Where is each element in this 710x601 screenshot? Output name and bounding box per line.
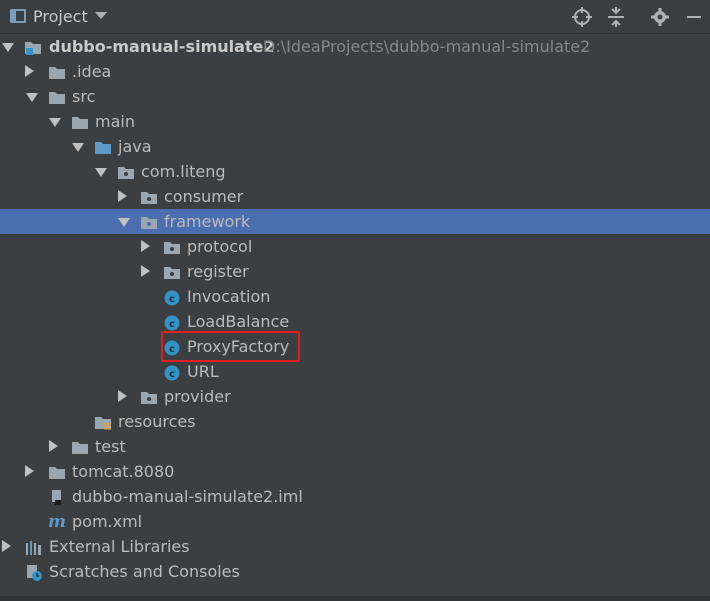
- expand-arrow-icon[interactable]: [26, 93, 38, 102]
- expand-arrow-icon[interactable]: [25, 65, 34, 77]
- expand-arrow-icon[interactable]: [118, 390, 127, 402]
- root-project-path: D:\IdeaProjects\dubbo-manual-simulate2: [263, 37, 591, 56]
- expand-arrow-icon[interactable]: [2, 540, 11, 552]
- expand-arrow-icon[interactable]: [118, 218, 130, 227]
- tree-row-provider[interactable]: provider: [0, 384, 710, 409]
- module-folder-icon: [24, 38, 42, 55]
- svg-text:c: c: [169, 294, 175, 305]
- folder-icon: [71, 113, 89, 130]
- root-project-label: dubbo-manual-simulate2: [49, 37, 275, 56]
- tree-row-invocation[interactable]: c Invocation: [0, 284, 710, 309]
- tree-row-protocol[interactable]: protocol: [0, 234, 710, 259]
- folder-icon: [48, 463, 66, 480]
- tree-row-framework[interactable]: framework: [0, 209, 710, 234]
- package-icon: [163, 263, 181, 280]
- package-label-com-liteng: com.liteng: [141, 162, 226, 181]
- tree-row-iml[interactable]: dubbo-manual-simulate2.iml: [0, 484, 710, 509]
- resources-folder-icon: [94, 413, 112, 430]
- folder-label-tomcat: tomcat.8080: [72, 462, 175, 481]
- tree-row-register[interactable]: register: [0, 259, 710, 284]
- tree-row-main[interactable]: main: [0, 109, 710, 134]
- expand-arrow-icon[interactable]: [2, 43, 14, 52]
- hide-icon[interactable]: [683, 6, 705, 28]
- expand-arrow-icon[interactable]: [49, 118, 61, 127]
- folder-label-test: test: [95, 437, 126, 456]
- maven-icon: m: [47, 511, 66, 532]
- package-icon: [163, 238, 181, 255]
- gear-icon[interactable]: [649, 6, 671, 28]
- project-toolbar: Project: [0, 0, 710, 34]
- highlight-box: [161, 331, 300, 362]
- class-icon: c: [163, 313, 181, 331]
- tree-row-resources[interactable]: resources: [0, 409, 710, 434]
- expand-arrow-icon[interactable]: [72, 143, 84, 152]
- package-icon: [140, 213, 158, 230]
- bottom-strip: [0, 596, 710, 601]
- scratches-label: Scratches and Consoles: [49, 562, 240, 581]
- svg-text:m: m: [48, 512, 65, 529]
- library-icon: [25, 538, 43, 555]
- tree-row-loadbalance[interactable]: c LoadBalance: [0, 309, 710, 334]
- file-label-iml: dubbo-manual-simulate2.iml: [72, 487, 303, 506]
- locate-icon[interactable]: [571, 6, 593, 28]
- folder-icon: [71, 438, 89, 455]
- package-icon: [140, 388, 158, 405]
- folder-label-java: java: [118, 137, 152, 156]
- package-label-framework: framework: [164, 212, 251, 231]
- source-folder-icon: [94, 138, 112, 155]
- package-label-provider: provider: [164, 387, 231, 406]
- expand-arrow-icon[interactable]: [141, 240, 150, 252]
- expand-arrow-icon[interactable]: [25, 465, 34, 477]
- tree-row-url[interactable]: c URL: [0, 359, 710, 384]
- expand-arrow-icon[interactable]: [118, 190, 127, 202]
- dropdown-arrow-icon[interactable]: [95, 12, 107, 19]
- tree-row-tomcat[interactable]: tomcat.8080: [0, 459, 710, 484]
- tree-row-java[interactable]: java: [0, 134, 710, 159]
- expand-arrow-icon[interactable]: [95, 168, 107, 177]
- tree-row-scratches[interactable]: Scratches and Consoles: [0, 559, 710, 584]
- folder-icon: [48, 63, 66, 80]
- expand-arrow-icon[interactable]: [141, 265, 150, 277]
- package-label-register: register: [187, 262, 249, 281]
- tree-row-external-libraries[interactable]: External Libraries: [0, 534, 710, 559]
- tree-row-proxyfactory[interactable]: c ProxyFactory: [0, 334, 710, 359]
- package-label-consumer: consumer: [164, 187, 244, 206]
- collapse-all-icon[interactable]: [605, 6, 627, 28]
- class-icon: c: [163, 363, 181, 381]
- class-label-url: URL: [187, 362, 219, 381]
- svg-text:c: c: [169, 369, 175, 380]
- file-label-pom: pom.xml: [72, 512, 143, 531]
- folder-label-src: src: [72, 87, 96, 106]
- svg-text:c: c: [169, 319, 175, 330]
- folder-icon: [48, 88, 66, 105]
- tree-row-idea[interactable]: .idea: [0, 59, 710, 84]
- project-view-icon[interactable]: [10, 9, 26, 23]
- tree-row-test[interactable]: test: [0, 434, 710, 459]
- iml-file-icon: [48, 488, 66, 505]
- package-label-protocol: protocol: [187, 237, 253, 256]
- expand-arrow-icon[interactable]: [49, 440, 58, 452]
- package-icon: [140, 188, 158, 205]
- tree-row-consumer[interactable]: consumer: [0, 184, 710, 209]
- folder-label-resources: resources: [118, 412, 196, 431]
- class-icon: c: [163, 288, 181, 306]
- tree-row-root[interactable]: dubbo-manual-simulate2 D:\IdeaProjects\d…: [0, 34, 710, 59]
- folder-label-idea: .idea: [72, 62, 112, 81]
- package-icon: [117, 163, 135, 180]
- tree-row-src[interactable]: src: [0, 84, 710, 109]
- tree-row-pom[interactable]: m pom.xml: [0, 509, 710, 534]
- tree-row-package[interactable]: com.liteng: [0, 159, 710, 184]
- project-view-title[interactable]: Project: [33, 7, 88, 26]
- project-tree: dubbo-manual-simulate2 D:\IdeaProjects\d…: [0, 34, 710, 584]
- scratches-icon: [25, 563, 43, 581]
- folder-label-main: main: [95, 112, 135, 131]
- class-label-invocation: Invocation: [187, 287, 271, 306]
- external-libraries-label: External Libraries: [49, 537, 190, 556]
